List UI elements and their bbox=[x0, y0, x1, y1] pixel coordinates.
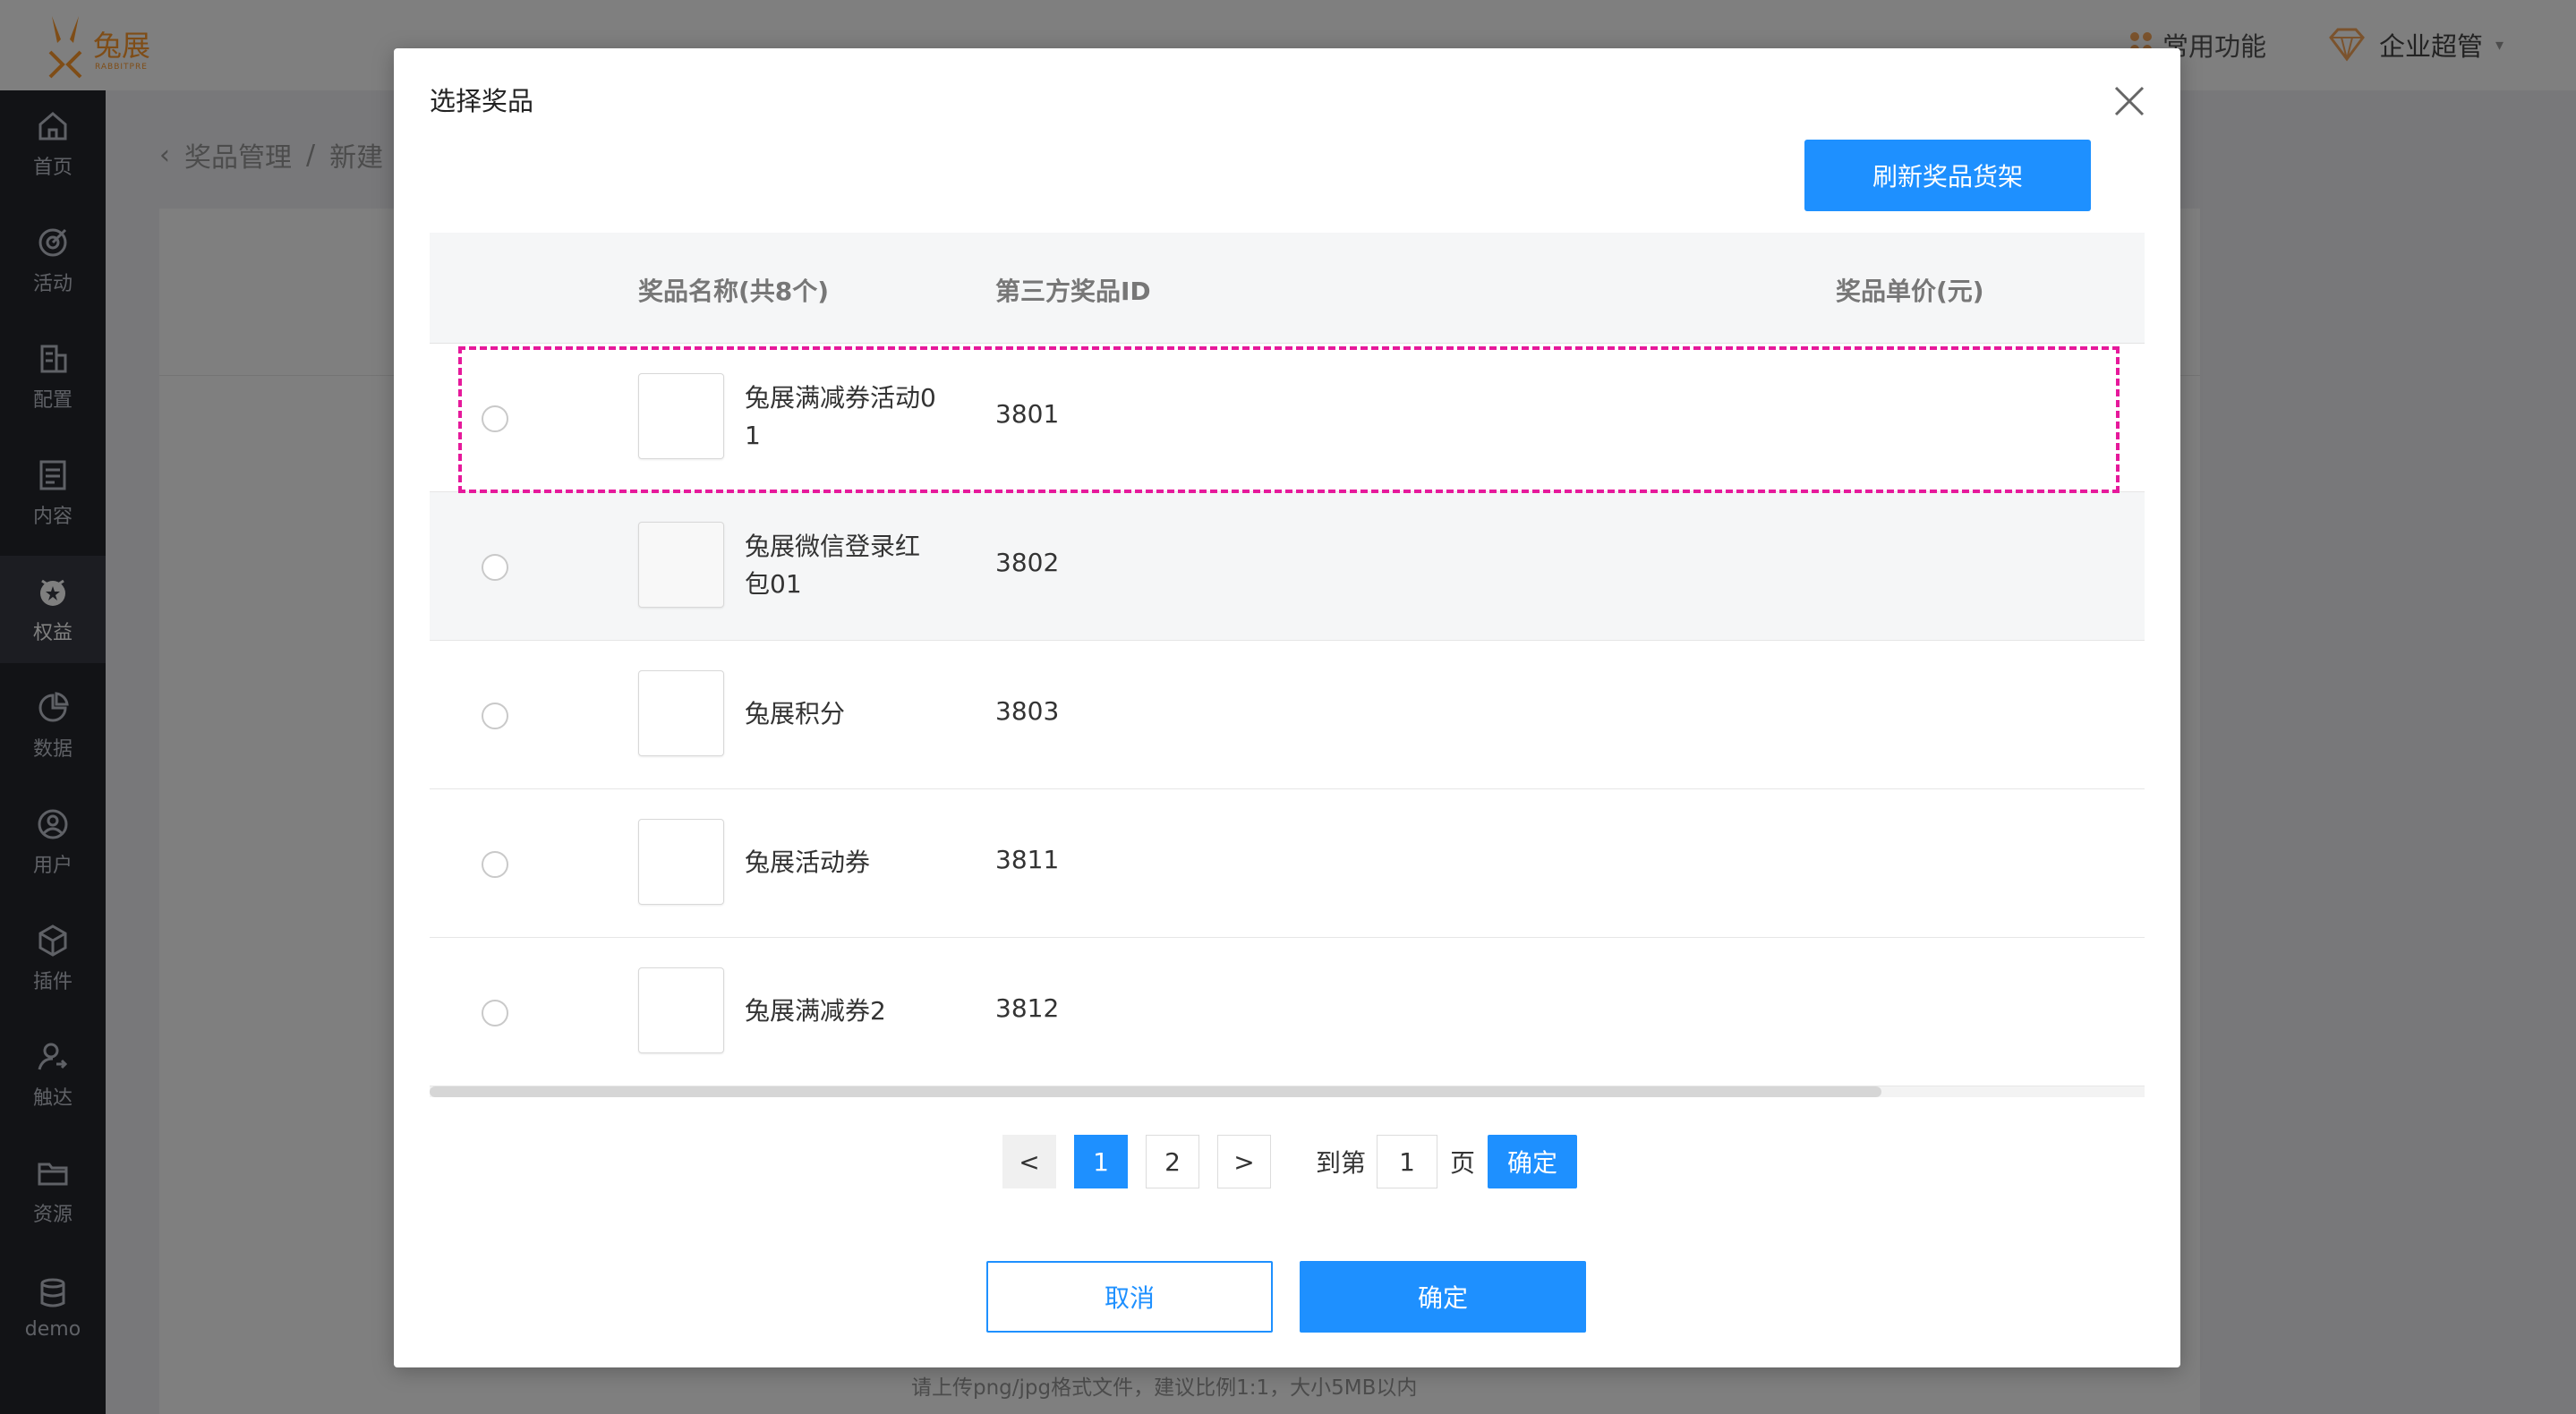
goto-page-input[interactable] bbox=[1377, 1135, 1438, 1188]
prize-name: 兔展满减券活动0 1 bbox=[745, 379, 951, 455]
prize-name-line: 1 bbox=[745, 421, 761, 450]
row-radio[interactable] bbox=[482, 405, 508, 432]
page-button-2[interactable]: 2 bbox=[1146, 1135, 1199, 1188]
prize-name: 兔展满减券2 bbox=[745, 996, 886, 1026]
column-header-third-party-id: 第三方奖品ID bbox=[995, 277, 1151, 306]
horizontal-scrollbar[interactable] bbox=[430, 1086, 2145, 1097]
table-row[interactable]: 兔展满减券活动0 1 3801 bbox=[430, 344, 2145, 492]
prize-name: 兔展微信登录红 包01 bbox=[745, 528, 951, 603]
pagination: < 1 2 > 到第 页 确定 bbox=[1002, 1135, 1578, 1188]
prize-name: 兔展活动券 bbox=[745, 848, 871, 877]
goto-label: 到第 bbox=[1316, 1148, 1367, 1178]
prize-name-line: 兔展满减券活动0 bbox=[745, 383, 936, 413]
row-radio[interactable] bbox=[482, 703, 508, 729]
table-row[interactable]: 兔展满减券2 3812 bbox=[430, 938, 2145, 1086]
prize-id: 3801 bbox=[995, 399, 1060, 429]
goto-unit: 页 bbox=[1450, 1148, 1476, 1178]
prize-id: 3811 bbox=[995, 845, 1060, 874]
prize-id: 3802 bbox=[995, 548, 1060, 577]
prize-thumbnail bbox=[638, 819, 724, 905]
next-page-button[interactable]: > bbox=[1217, 1135, 1271, 1188]
prize-name-line: 包01 bbox=[745, 569, 802, 599]
close-icon[interactable] bbox=[2109, 81, 2150, 122]
prize-thumbnail bbox=[638, 967, 724, 1053]
modal-title: 选择奖品 bbox=[430, 86, 534, 116]
prize-id: 3812 bbox=[995, 993, 1060, 1023]
prize-id: 3803 bbox=[995, 696, 1060, 726]
column-header-name: 奖品名称(共8个) bbox=[638, 277, 830, 306]
prize-thumbnail bbox=[638, 670, 724, 756]
row-radio[interactable] bbox=[482, 851, 508, 878]
select-prize-modal: 选择奖品 刷新奖品货架 奖品名称(共8个) 第三方奖品ID 奖品单价(元) 兔展… bbox=[394, 48, 2180, 1367]
row-radio[interactable] bbox=[482, 1000, 508, 1026]
table-row[interactable]: 兔展微信登录红 包01 3802 bbox=[430, 492, 2145, 641]
column-header-unit-price: 奖品单价(元) bbox=[1836, 277, 1984, 306]
prize-name: 兔展积分 bbox=[745, 699, 846, 728]
page-button-1[interactable]: 1 bbox=[1074, 1135, 1128, 1188]
prev-page-button[interactable]: < bbox=[1002, 1135, 1056, 1188]
confirm-button[interactable]: 确定 bbox=[1300, 1261, 1586, 1333]
cancel-button[interactable]: 取消 bbox=[986, 1261, 1273, 1333]
row-radio[interactable] bbox=[482, 554, 508, 581]
table-row[interactable]: 兔展活动券 3811 bbox=[430, 789, 2145, 938]
prize-thumbnail bbox=[638, 522, 724, 608]
goto-confirm-button[interactable]: 确定 bbox=[1488, 1135, 1578, 1188]
scrollbar-thumb[interactable] bbox=[430, 1086, 1881, 1097]
refresh-prize-shelf-button[interactable]: 刷新奖品货架 bbox=[1804, 140, 2091, 211]
table-header: 奖品名称(共8个) 第三方奖品ID 奖品单价(元) bbox=[430, 233, 2145, 344]
prize-thumbnail bbox=[638, 373, 724, 459]
prize-name-line: 兔展微信登录红 bbox=[745, 532, 921, 561]
prize-table: 奖品名称(共8个) 第三方奖品ID 奖品单价(元) 兔展满减券活动0 1 380… bbox=[430, 233, 2145, 1128]
table-row[interactable]: 兔展积分 3803 bbox=[430, 641, 2145, 789]
